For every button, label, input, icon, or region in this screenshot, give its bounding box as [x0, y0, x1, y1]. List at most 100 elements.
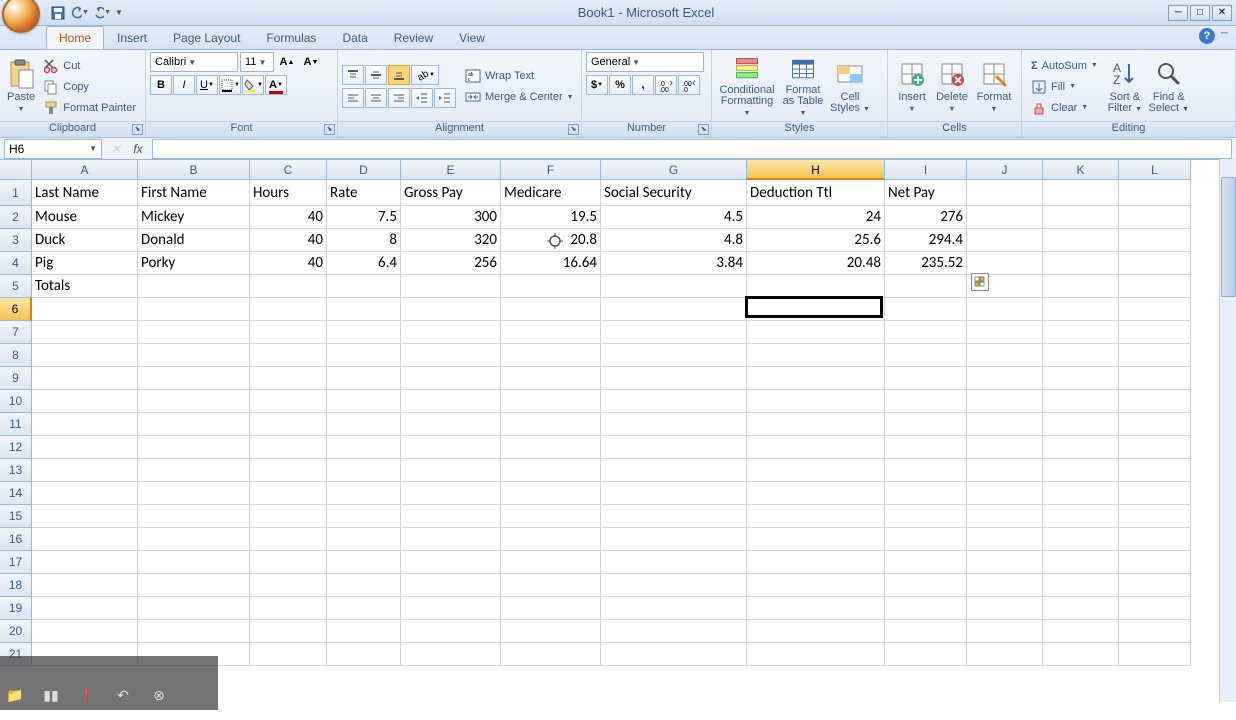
cell-H8[interactable]	[747, 344, 885, 367]
cell-B2[interactable]: Mickey	[138, 206, 250, 229]
align-top[interactable]	[342, 65, 364, 85]
find-select-button[interactable]: Find & Select ▼	[1147, 54, 1191, 120]
cell-B6[interactable]	[138, 298, 250, 321]
number-launcher[interactable]: ⬊	[698, 124, 709, 135]
cell-D3[interactable]: 8	[327, 229, 401, 252]
cell-A6[interactable]	[32, 298, 138, 321]
cell-G11[interactable]	[601, 413, 747, 436]
cell-G20[interactable]	[601, 620, 747, 643]
cell-H6[interactable]	[747, 298, 885, 321]
cell-K18[interactable]	[1043, 574, 1119, 597]
number-format-combo[interactable]: General▼	[586, 52, 704, 72]
cell-C9[interactable]	[250, 367, 327, 390]
cell-I8[interactable]	[885, 344, 967, 367]
cell-C19[interactable]	[250, 597, 327, 620]
cell-K14[interactable]	[1043, 482, 1119, 505]
cell-H12[interactable]	[747, 436, 885, 459]
cell-I17[interactable]	[885, 551, 967, 574]
cell-J20[interactable]	[967, 620, 1043, 643]
cell-I11[interactable]	[885, 413, 967, 436]
border-button[interactable]: ▼	[219, 75, 241, 95]
cell-C20[interactable]	[250, 620, 327, 643]
cell-G7[interactable]	[601, 321, 747, 344]
align-right[interactable]	[388, 88, 410, 108]
format-cells-button[interactable]: Format▼	[972, 54, 1016, 120]
cell-A14[interactable]	[32, 482, 138, 505]
row-header-17[interactable]: 17	[0, 551, 32, 574]
cell-B5[interactable]	[138, 275, 250, 298]
column-header-L[interactable]: L	[1119, 160, 1191, 180]
cell-K11[interactable]	[1043, 413, 1119, 436]
column-header-K[interactable]: K	[1043, 160, 1119, 180]
decrease-decimal[interactable]: .00.0	[678, 75, 700, 95]
cell-C18[interactable]	[250, 574, 327, 597]
cell-G9[interactable]	[601, 367, 747, 390]
align-center[interactable]	[365, 88, 387, 108]
font-name-combo[interactable]: Calibri▼	[150, 52, 238, 72]
autofill-options-tag[interactable]	[971, 273, 989, 291]
cell-H19[interactable]	[747, 597, 885, 620]
percent-format[interactable]: %	[609, 75, 631, 95]
cell-C4[interactable]: 40	[250, 252, 327, 275]
cell-B13[interactable]	[138, 459, 250, 482]
qat-save[interactable]	[48, 4, 68, 22]
column-header-J[interactable]: J	[967, 160, 1043, 180]
cell-B14[interactable]	[138, 482, 250, 505]
sort-filter-button[interactable]: AZSort & Filter ▼	[1103, 54, 1147, 120]
cell-B11[interactable]	[138, 413, 250, 436]
cell-L17[interactable]	[1119, 551, 1191, 574]
cell-B15[interactable]	[138, 505, 250, 528]
cell-A1[interactable]: Last Name	[32, 180, 138, 206]
cell-C6[interactable]	[250, 298, 327, 321]
cell-J18[interactable]	[967, 574, 1043, 597]
cell-K10[interactable]	[1043, 390, 1119, 413]
column-header-I[interactable]: I	[885, 160, 967, 180]
maximize-button[interactable]: □	[1190, 5, 1210, 21]
cell-I12[interactable]	[885, 436, 967, 459]
cell-E14[interactable]	[401, 482, 501, 505]
cell-H5[interactable]	[747, 275, 885, 298]
cell-E7[interactable]	[401, 321, 501, 344]
cell-B16[interactable]	[138, 528, 250, 551]
cell-B7[interactable]	[138, 321, 250, 344]
cell-H18[interactable]	[747, 574, 885, 597]
row-header-12[interactable]: 12	[0, 436, 32, 459]
cell-G18[interactable]	[601, 574, 747, 597]
row-header-5[interactable]: 5	[0, 275, 32, 298]
cell-L1[interactable]	[1119, 180, 1191, 206]
cell-A13[interactable]	[32, 459, 138, 482]
column-header-F[interactable]: F	[501, 160, 601, 180]
cell-A20[interactable]	[32, 620, 138, 643]
cell-H20[interactable]	[747, 620, 885, 643]
cell-J8[interactable]	[967, 344, 1043, 367]
underline-button[interactable]: U▼	[196, 75, 218, 95]
cell-I9[interactable]	[885, 367, 967, 390]
tab-page-layout[interactable]: Page Layout	[160, 26, 253, 49]
cell-D21[interactable]	[327, 643, 401, 666]
cell-L3[interactable]	[1119, 229, 1191, 252]
font-size-combo[interactable]: 11▼	[240, 52, 274, 72]
orientation[interactable]: ab▼	[411, 65, 439, 85]
cell-F19[interactable]	[501, 597, 601, 620]
cell-A8[interactable]	[32, 344, 138, 367]
cell-I7[interactable]	[885, 321, 967, 344]
cell-G3[interactable]: 4.8	[601, 229, 747, 252]
cell-C3[interactable]: 40	[250, 229, 327, 252]
align-left[interactable]	[342, 88, 364, 108]
align-middle[interactable]	[365, 65, 387, 85]
cell-I4[interactable]: 235.52	[885, 252, 967, 275]
cell-K6[interactable]	[1043, 298, 1119, 321]
merge-center-button[interactable]: Merge & Center ▼	[460, 87, 579, 107]
row-header-7[interactable]: 7	[0, 321, 32, 344]
cell-K17[interactable]	[1043, 551, 1119, 574]
cell-D20[interactable]	[327, 620, 401, 643]
cell-F10[interactable]	[501, 390, 601, 413]
cell-J3[interactable]	[967, 229, 1043, 252]
cell-I18[interactable]	[885, 574, 967, 597]
cell-D8[interactable]	[327, 344, 401, 367]
cell-D19[interactable]	[327, 597, 401, 620]
cell-D15[interactable]	[327, 505, 401, 528]
cell-E4[interactable]: 256	[401, 252, 501, 275]
cell-I10[interactable]	[885, 390, 967, 413]
cell-A4[interactable]: Pig	[32, 252, 138, 275]
